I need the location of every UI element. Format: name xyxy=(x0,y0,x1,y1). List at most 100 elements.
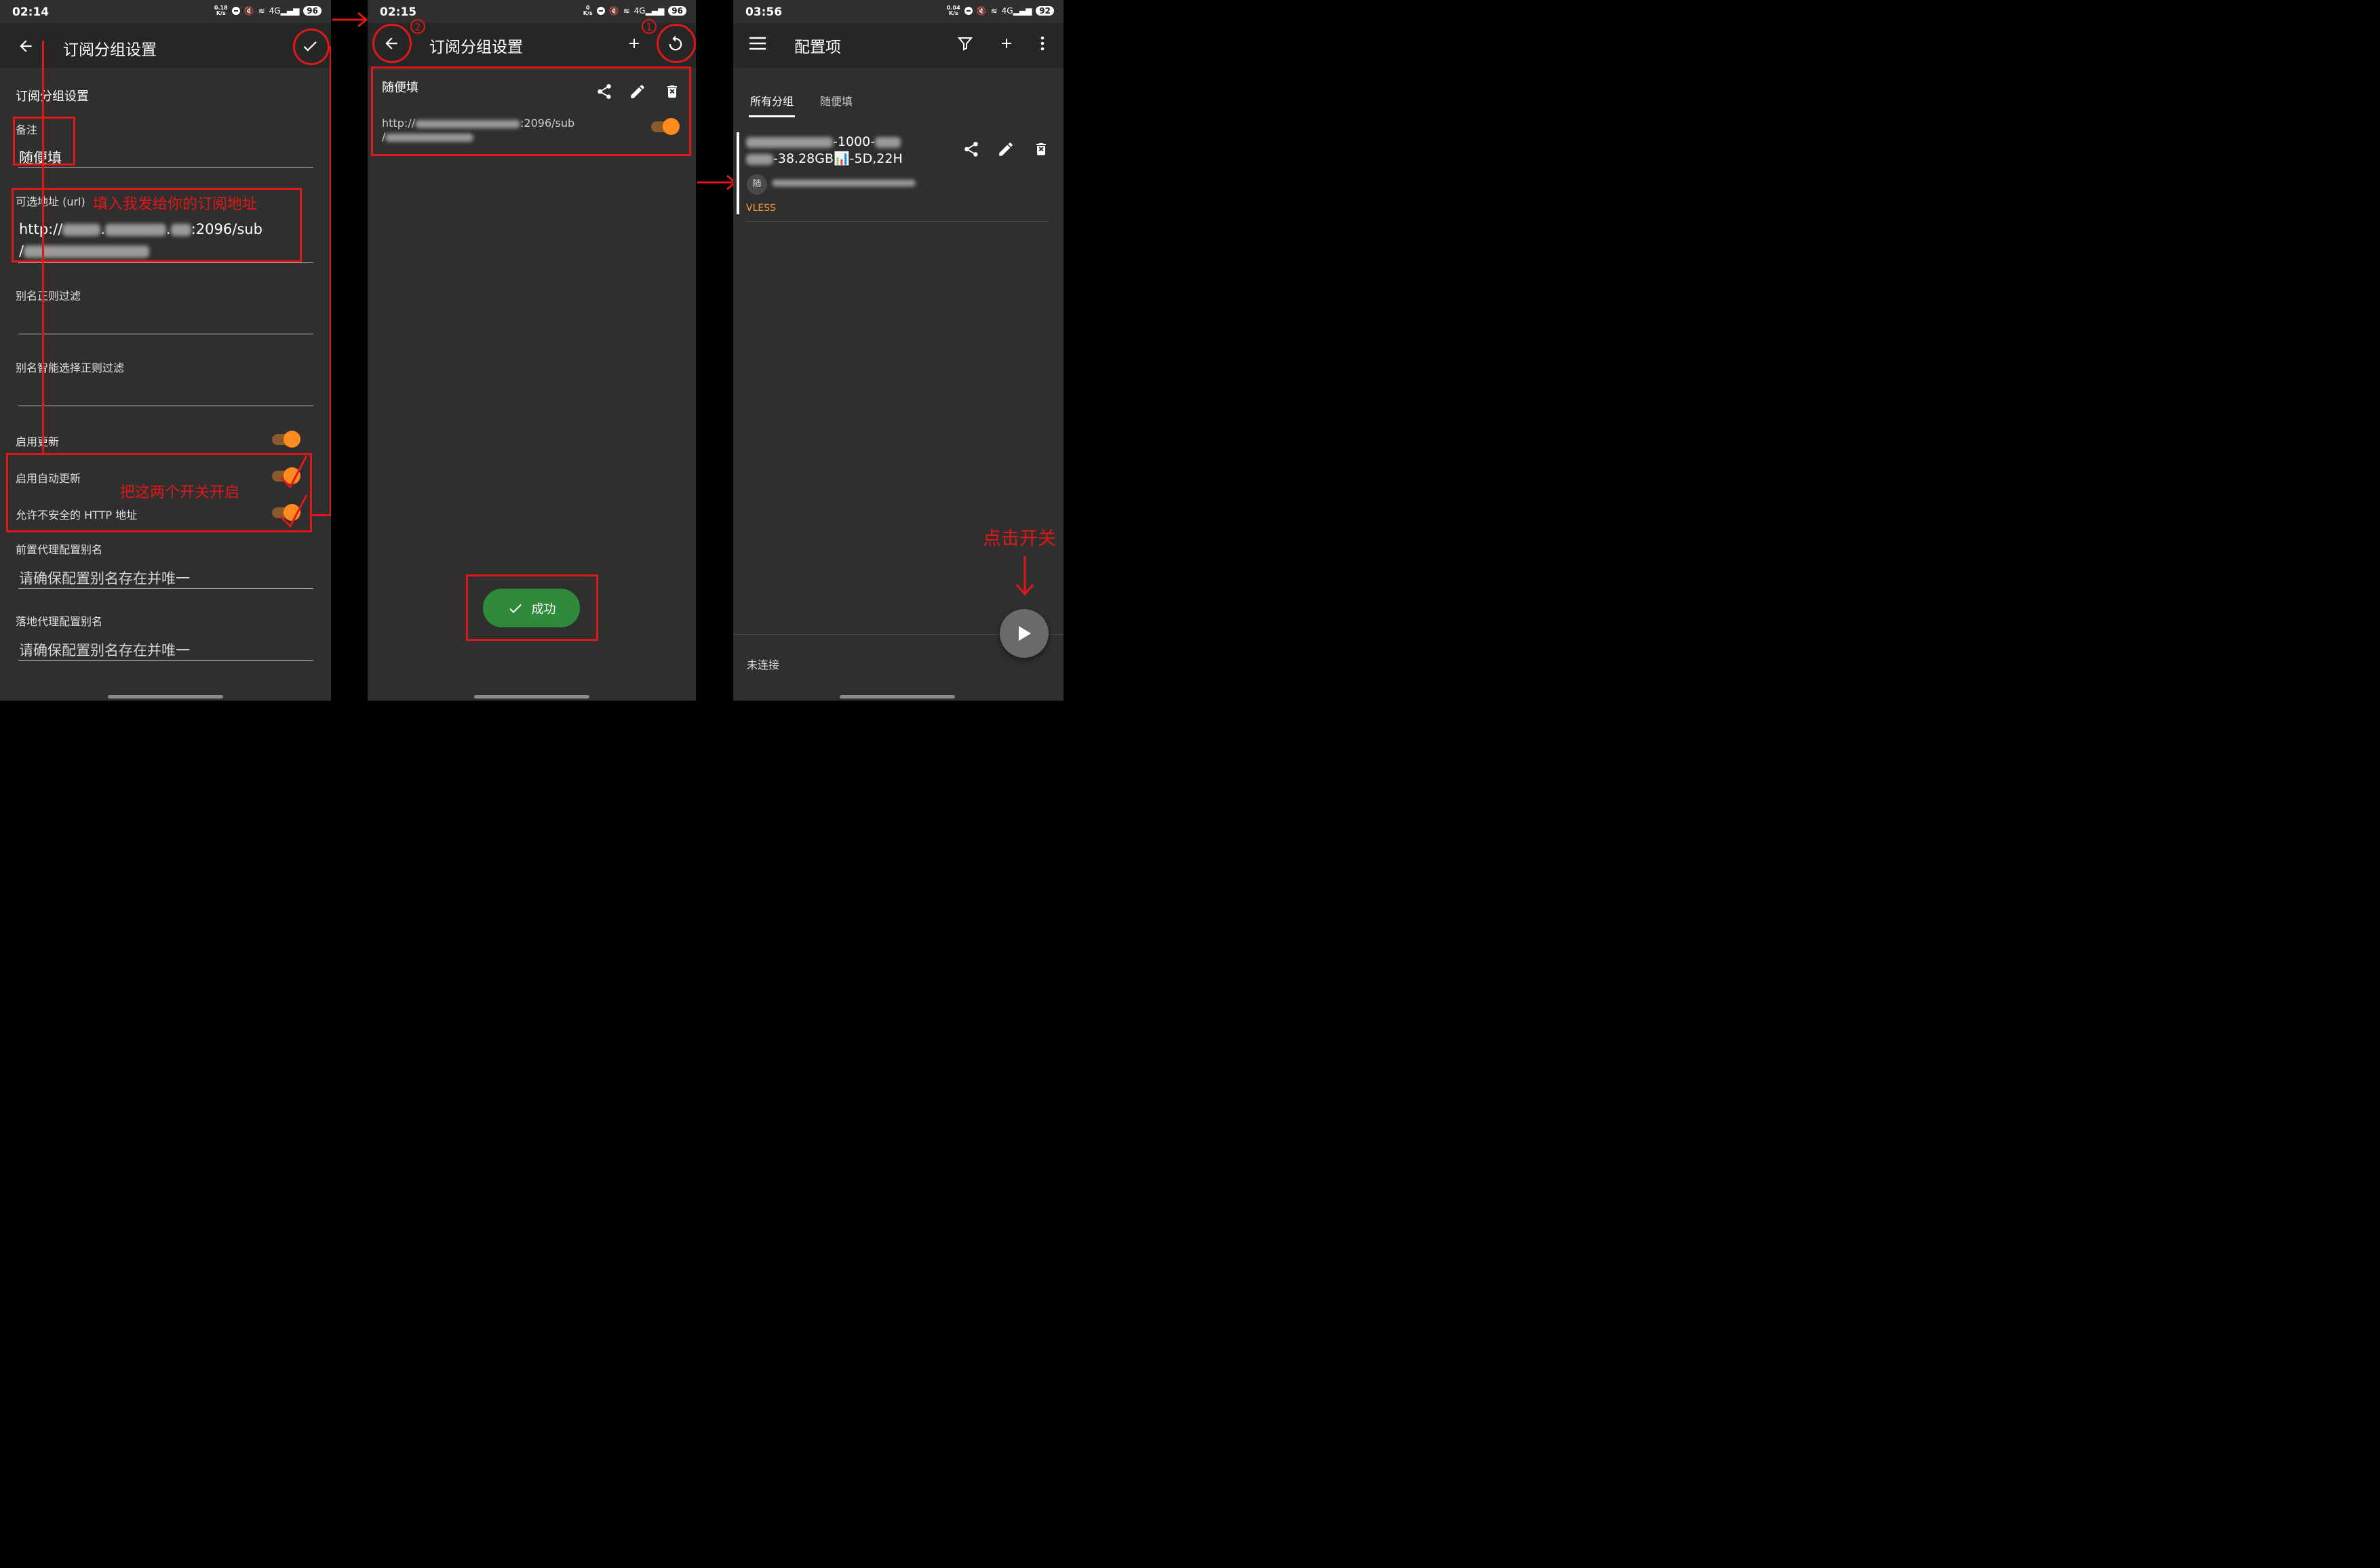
battery-icon: 92 xyxy=(1036,6,1054,16)
signal-icon: 4G▂▄▆ xyxy=(269,6,300,16)
enable-update-switch[interactable] xyxy=(272,429,300,448)
gesture-handle xyxy=(108,695,223,699)
land-proxy-label: 落地代理配置别名 xyxy=(16,615,103,628)
menu-button[interactable] xyxy=(744,30,771,57)
add-button[interactable] xyxy=(621,30,648,57)
status-icons: 0 K/s 🔇 ≋ 4G▂▄▆ 96 xyxy=(583,5,686,16)
filter-button[interactable] xyxy=(952,30,979,57)
dnd-icon xyxy=(596,7,605,15)
status-time: 03:56 xyxy=(745,5,783,19)
page-title: 订阅分组设置 xyxy=(63,41,157,59)
page-title: 配置项 xyxy=(794,39,841,56)
status-icons: 0.04 K/s 🔇 ≋ 4G▂▄▆ 92 xyxy=(947,5,1054,16)
gesture-handle xyxy=(840,695,955,699)
arrow-right-icon xyxy=(332,12,368,28)
annotation-circle-save xyxy=(293,28,330,65)
annotation-step-1: 1 xyxy=(642,19,657,34)
item-divider xyxy=(746,221,1049,222)
annotation-connector xyxy=(330,46,331,515)
status-time: 02:15 xyxy=(380,5,417,19)
app-bar: 订阅分组设置 xyxy=(0,23,331,68)
back-arrow-icon xyxy=(20,40,32,52)
back-button[interactable] xyxy=(12,33,39,60)
connection-status: 未连接 xyxy=(747,659,780,671)
mute-icon: 🔇 xyxy=(976,6,987,16)
redacted-text xyxy=(746,153,773,165)
share-button[interactable] xyxy=(961,139,981,159)
annotation-box-remark xyxy=(13,117,75,165)
annotation-connector xyxy=(42,41,44,453)
net-speed: 0.04 K/s xyxy=(946,5,960,16)
tab-all-groups[interactable]: 所有分组 xyxy=(750,92,794,109)
phone-screen-subscription-list: 02:15 0 K/s 🔇 ≋ 4G▂▄▆ 96 订阅分组设置 随便填 http… xyxy=(368,0,696,701)
play-icon xyxy=(1019,626,1031,641)
section-title: 订阅分组设置 xyxy=(16,90,89,104)
protocol-label: VLESS xyxy=(746,203,776,214)
config-name: -1000- -38.28GB📊-5D,22H xyxy=(746,134,903,168)
phone-screen-config-list: 03:56 0.04K/s 🔇 ≋ 4G▂▄▆ 92 配置项 所有分组 随便填 xyxy=(733,0,1064,701)
more-button[interactable] xyxy=(1030,30,1055,57)
phone-screen-subscription-settings: 02:14 0.18 K/s 🔇 ≋ 4G▂▄▆ 96 订阅分组设置 订阅分组设置… xyxy=(0,0,331,701)
app-bar: 配置项 xyxy=(733,23,1064,68)
tab-indicator xyxy=(749,115,795,117)
annotation-url-hint: 填入我发给你的订阅地址 xyxy=(93,196,258,213)
status-bar: 02:14 0.18 K/s 🔇 ≋ 4G▂▄▆ 96 xyxy=(0,0,331,23)
plus-icon xyxy=(1002,39,1011,48)
dnd-icon xyxy=(231,7,240,15)
hamburger-icon xyxy=(749,37,766,50)
plus-icon xyxy=(629,39,639,48)
front-proxy-underline xyxy=(18,588,313,589)
arrow-down-icon xyxy=(1015,556,1034,596)
mute-icon: 🔇 xyxy=(243,6,254,16)
remark-underline xyxy=(18,167,313,168)
front-proxy-input[interactable]: 请确保配置别名存在并唯一 xyxy=(19,568,190,588)
tab-group[interactable]: 随便填 xyxy=(820,92,853,109)
annotation-click-hint: 点击开关 xyxy=(983,528,1056,549)
group-badge: 随 xyxy=(747,174,767,195)
connect-fab[interactable] xyxy=(1000,609,1049,658)
alias-smart-label: 别名智能选择正则过滤 xyxy=(16,361,125,374)
alias-filter-label: 别名正则过滤 xyxy=(16,290,81,302)
signal-icon: 4G▂▄▆ xyxy=(633,6,665,16)
delete-icon xyxy=(1036,143,1046,155)
mute-icon: 🔇 xyxy=(608,6,619,16)
annotation-circle-refresh xyxy=(657,24,696,63)
edit-button[interactable] xyxy=(996,139,1016,159)
url-underline xyxy=(18,262,313,263)
land-proxy-underline xyxy=(18,660,313,661)
redacted-text xyxy=(746,136,833,148)
annotation-check-marks xyxy=(279,455,308,528)
status-icons: 0.18 K/s 🔇 ≋ 4G▂▄▆ 96 xyxy=(214,5,321,16)
annotation-box-toast xyxy=(466,574,598,641)
battery-icon: 96 xyxy=(303,6,321,16)
page-title: 订阅分组设置 xyxy=(429,39,523,56)
wifi-icon: ≋ xyxy=(623,6,630,16)
selected-indicator xyxy=(737,132,739,214)
pencil-icon xyxy=(999,142,1013,156)
redacted-text xyxy=(772,180,916,187)
more-vert-icon xyxy=(1040,36,1045,51)
add-button[interactable] xyxy=(993,30,1020,57)
wifi-icon: ≋ xyxy=(990,6,998,16)
arrow-right-icon xyxy=(697,174,737,191)
net-speed: 0 K/s xyxy=(583,5,593,16)
signal-icon: 4G▂▄▆ xyxy=(1001,6,1032,16)
filter-icon xyxy=(957,37,973,51)
tab-bar: 所有分组 随便填 xyxy=(733,68,1064,122)
annotation-circle-back xyxy=(372,24,412,63)
redacted-text xyxy=(875,136,901,148)
status-time: 02:14 xyxy=(12,5,50,19)
land-proxy-input[interactable]: 请确保配置别名存在并唯一 xyxy=(19,640,190,660)
wifi-icon: ≋ xyxy=(258,6,265,16)
front-proxy-label: 前置代理配置别名 xyxy=(16,543,103,556)
delete-button[interactable] xyxy=(1031,139,1051,159)
share-icon xyxy=(964,142,978,157)
annotation-step-2: 2 xyxy=(410,19,425,34)
net-speed: 0.18 K/s xyxy=(214,5,228,16)
annotation-box-card xyxy=(371,66,691,156)
battery-icon: 96 xyxy=(668,6,686,16)
status-bar: 03:56 0.04 K/s 🔇 ≋ 4G▂▄▆ 92 xyxy=(733,0,1064,23)
config-item[interactable]: -1000- -38.28GB📊-5D,22H 随 VLESS xyxy=(733,132,1064,222)
enable-update-label: 启用更新 xyxy=(16,435,60,448)
dnd-icon xyxy=(964,7,973,15)
